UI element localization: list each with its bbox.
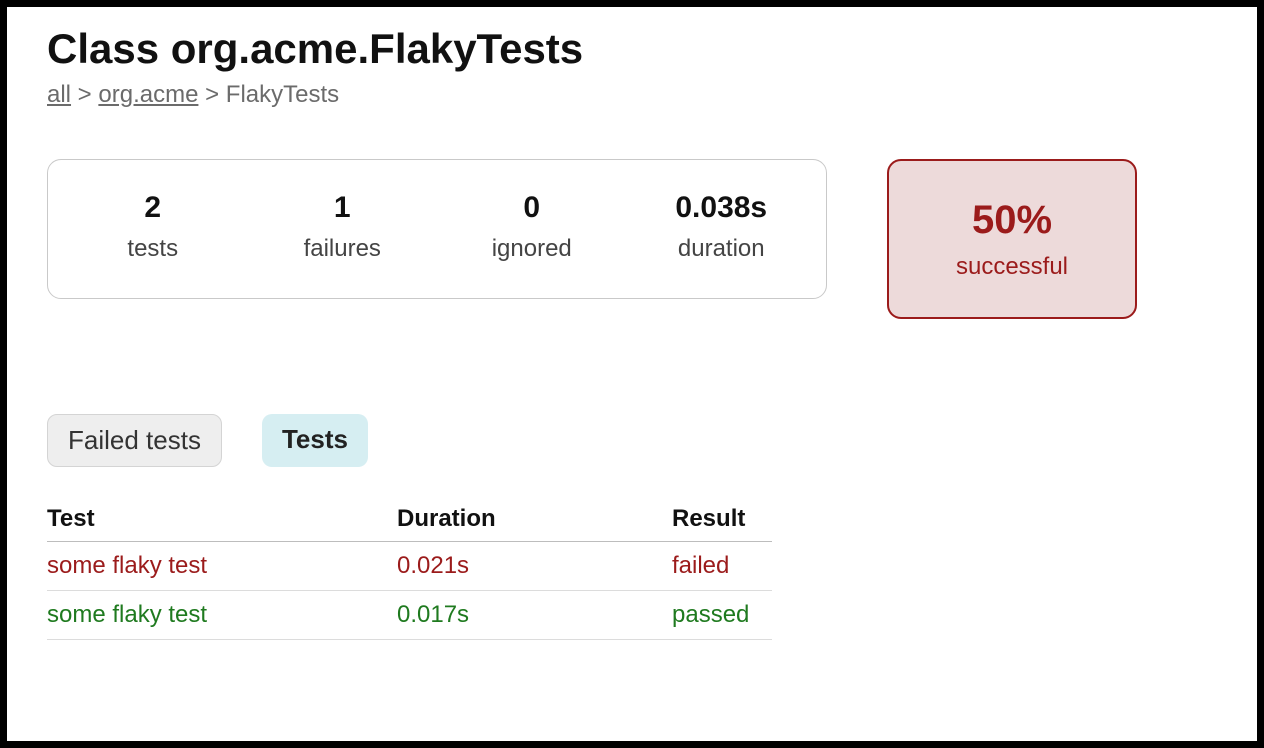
col-duration: Duration <box>397 497 672 542</box>
metric-value: 2 <box>78 191 228 225</box>
cell-result: passed <box>672 591 772 640</box>
cell-duration: 0.021s <box>397 542 672 591</box>
metric-value: 0.038s <box>646 191 796 225</box>
success-percent: 50% <box>972 198 1052 243</box>
cell-duration: 0.017s <box>397 591 672 640</box>
success-label: successful <box>956 253 1068 281</box>
breadcrumb-sep: > <box>198 81 225 108</box>
page-title: Class org.acme.FlakyTests <box>47 25 1217 73</box>
metric-duration: 0.038s duration <box>646 191 796 263</box>
col-result: Result <box>672 497 772 542</box>
cell-test: some flaky test <box>47 542 397 591</box>
metric-tests: 2 tests <box>78 191 228 263</box>
metric-label: ignored <box>457 235 607 263</box>
cell-result: failed <box>672 542 772 591</box>
tab-tests[interactable]: Tests <box>262 414 368 467</box>
summary-row: 2 tests 1 failures 0 ignored 0.038s dura… <box>47 159 1217 319</box>
breadcrumb-sep: > <box>71 81 98 108</box>
metric-value: 0 <box>457 191 607 225</box>
summary-box: 2 tests 1 failures 0 ignored 0.038s dura… <box>47 159 827 299</box>
results-table: Test Duration Result some flaky test 0.0… <box>47 497 772 640</box>
breadcrumb-all[interactable]: all <box>47 81 71 108</box>
cell-test: some flaky test <box>47 591 397 640</box>
metric-ignored: 0 ignored <box>457 191 607 263</box>
breadcrumb-package[interactable]: org.acme <box>98 81 198 108</box>
report-frame: Class org.acme.FlakyTests all > org.acme… <box>0 0 1264 748</box>
breadcrumb-current: FlakyTests <box>226 81 339 108</box>
success-box: 50% successful <box>887 159 1137 319</box>
tab-failed-tests[interactable]: Failed tests <box>47 414 222 467</box>
tabs: Failed tests Tests <box>47 414 1217 467</box>
metric-label: failures <box>267 235 417 263</box>
metric-label: duration <box>646 235 796 263</box>
table-row: some flaky test 0.017s passed <box>47 591 772 640</box>
metric-failures: 1 failures <box>267 191 417 263</box>
metric-value: 1 <box>267 191 417 225</box>
col-test: Test <box>47 497 397 542</box>
table-header-row: Test Duration Result <box>47 497 772 542</box>
breadcrumb: all > org.acme > FlakyTests <box>47 81 1217 109</box>
metric-label: tests <box>78 235 228 263</box>
table-row: some flaky test 0.021s failed <box>47 542 772 591</box>
